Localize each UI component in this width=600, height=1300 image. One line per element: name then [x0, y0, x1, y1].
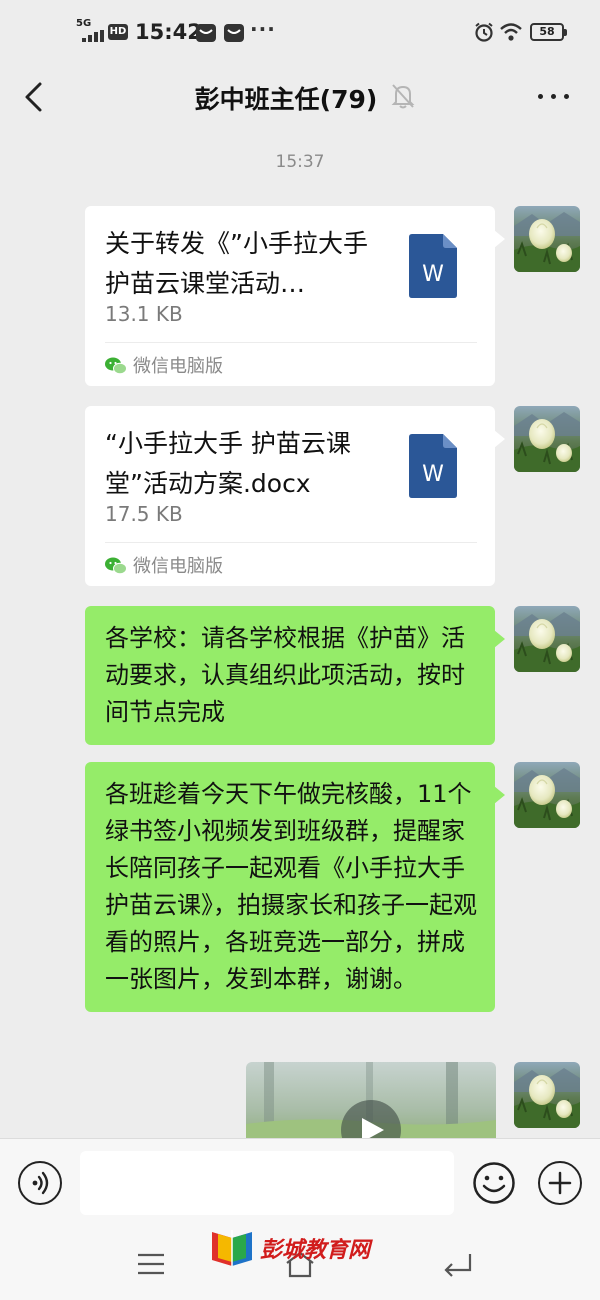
menu-icon [138, 1253, 164, 1275]
sender-avatar[interactable] [514, 406, 580, 472]
text-message[interactable]: 各班趁着今天下午做完核酸，11个绿书签小视频发到班级群，提醒家长陪同孩子一起观看… [85, 762, 505, 1012]
file-name: “小手拉大手 护苗云课堂”活动方案.docx [105, 429, 351, 498]
plus-button[interactable] [538, 1161, 582, 1205]
divider [105, 342, 477, 343]
file-name: 关于转发《”小手拉大手 护苗云课堂活动… [105, 229, 368, 298]
word-icon-letter: W [422, 262, 444, 287]
ellipsis-icon [538, 94, 543, 99]
video-thumbnail [246, 1062, 496, 1142]
word-icon-letter: W [422, 462, 444, 487]
avatar-image [514, 406, 580, 472]
text-message[interactable]: 各学校：请各学校根据《护苗》活动要求，认真组织此项活动，按时间节点完成 [85, 606, 505, 745]
file-size: 17.5 KB [105, 502, 183, 526]
wechat-icon [105, 357, 127, 375]
notification-icon [196, 24, 216, 42]
file-message[interactable]: “小手拉大手 护苗云课堂”活动方案.docx 17.5 KB W 微信电脑版 [85, 406, 505, 586]
file-source-label: 微信电脑版 [133, 556, 223, 577]
word-document-icon: W [409, 434, 457, 498]
wechat-icon [105, 557, 127, 575]
smiley-icon [473, 1162, 515, 1204]
file-message[interactable]: 关于转发《”小手拉大手 护苗云课堂活动… 13.1 KB W 微信电脑版 [85, 206, 505, 386]
avatar-image [514, 206, 580, 272]
ellipsis-icon [564, 94, 569, 99]
avatar-image [514, 606, 580, 672]
bell-off-icon [391, 84, 415, 109]
book-logo-icon [212, 1230, 252, 1266]
network-type: 5G [76, 18, 92, 29]
watermark-text: 彭城教育网 [260, 1238, 371, 1263]
clock: 15:42 [135, 20, 202, 44]
message-input[interactable] [80, 1151, 454, 1215]
plus-icon [548, 1171, 572, 1195]
file-source: 微信电脑版 [105, 552, 223, 578]
wifi-icon [500, 23, 522, 41]
watermark: 彭城教育网 [208, 1228, 370, 1268]
chat-title: 彭中班主任(79) [194, 85, 378, 114]
nav-menu-button[interactable] [136, 1252, 166, 1276]
battery-indicator: 58 [530, 23, 567, 41]
divider [105, 542, 477, 543]
word-document-icon: W [409, 234, 457, 298]
avatar-image [514, 762, 580, 828]
sender-avatar[interactable] [514, 606, 580, 672]
nav-back-button[interactable] [440, 1250, 474, 1278]
sender-avatar[interactable] [514, 206, 580, 272]
status-bar: 5G HD 15:42 ··· 58 [0, 0, 600, 66]
alarm-icon [475, 22, 493, 42]
notification-icon [224, 24, 244, 42]
chat-header: 彭中班主任(79) [0, 66, 600, 132]
more-notifications-icon: ··· [250, 17, 276, 41]
voice-icon [32, 1171, 49, 1195]
input-bar [0, 1138, 600, 1228]
ellipsis-icon [551, 94, 556, 99]
file-size: 13.1 KB [105, 302, 183, 326]
file-source-label: 微信电脑版 [133, 356, 223, 377]
back-arrow-icon [444, 1254, 472, 1277]
voice-button[interactable] [18, 1161, 62, 1205]
sender-avatar[interactable] [514, 762, 580, 828]
video-message[interactable] [246, 1062, 496, 1142]
message-timestamp: 15:37 [275, 152, 325, 172]
signal-icon [82, 30, 104, 42]
hd-badge: HD [108, 24, 128, 40]
file-source: 微信电脑版 [105, 352, 223, 378]
sender-avatar[interactable] [514, 1062, 580, 1128]
avatar-image [514, 1062, 580, 1128]
more-button[interactable] [534, 84, 574, 108]
emoji-button[interactable] [472, 1161, 516, 1205]
